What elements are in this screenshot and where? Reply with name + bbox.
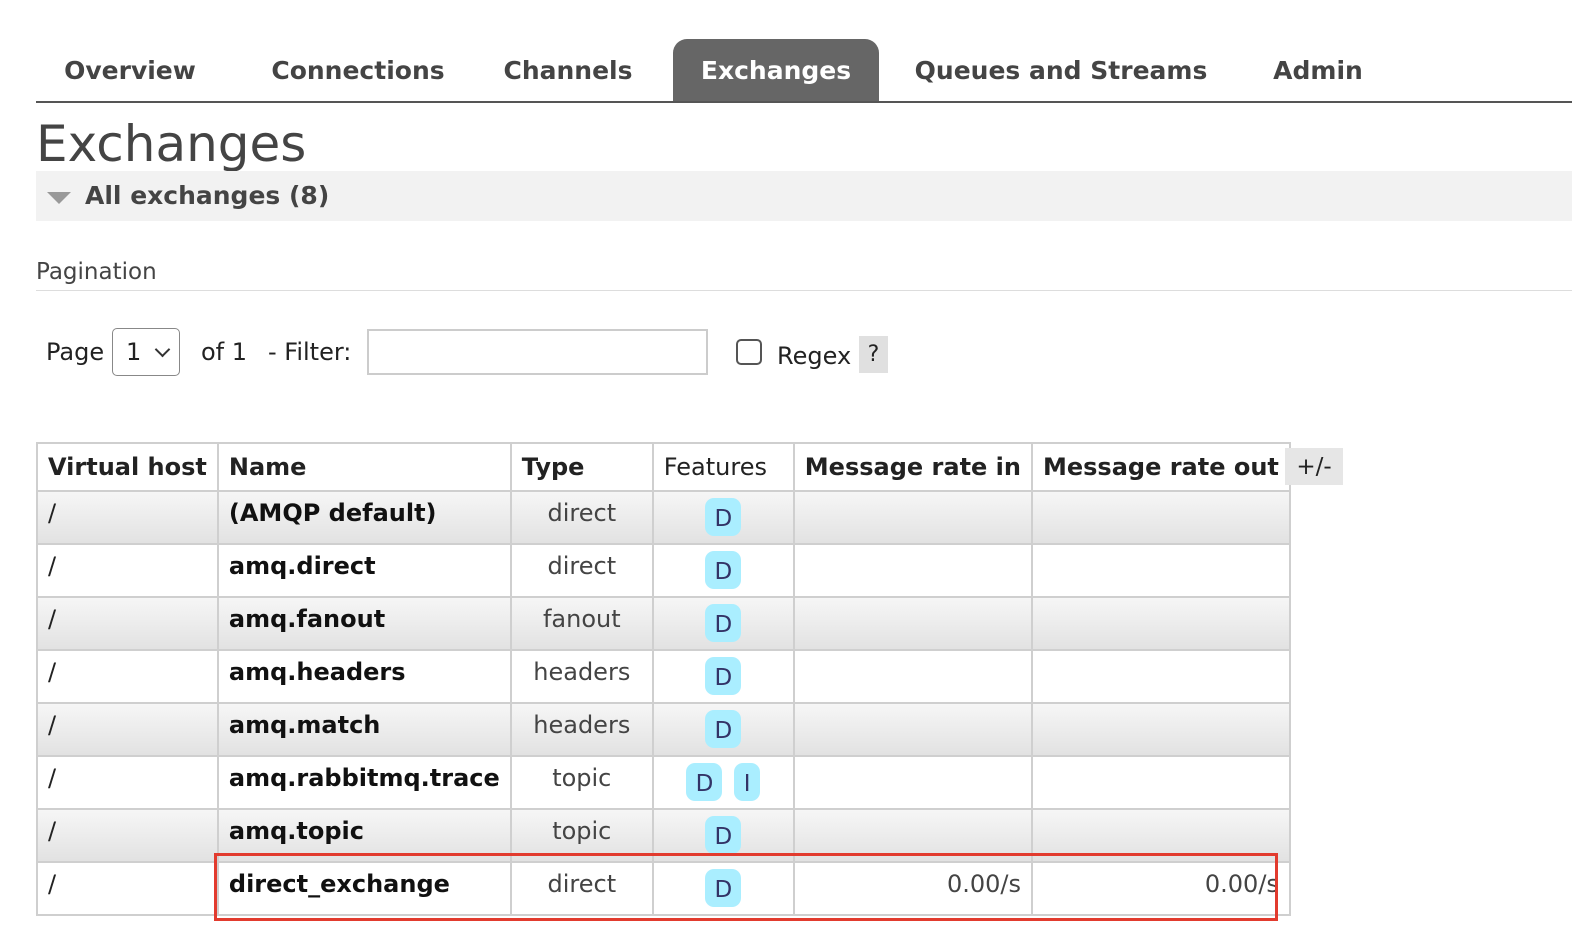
section-title: All exchanges (8) — [85, 181, 330, 210]
features-cell: D — [651, 490, 795, 545]
type-cell: headers — [509, 649, 654, 704]
rate-in-cell — [792, 755, 1033, 810]
filter-input[interactable] — [367, 329, 708, 375]
tab-admin[interactable]: Admin — [1258, 39, 1378, 101]
rate-in-cell — [792, 808, 1033, 863]
rate-in-cell: 0.00/s — [792, 861, 1033, 916]
vhost-cell: / — [36, 702, 219, 757]
table-header-row: Virtual host Name Type Features Message … — [36, 442, 1291, 492]
type-cell: fanout — [509, 596, 654, 651]
durable-badge[interactable]: D — [705, 869, 742, 907]
type-cell: direct — [509, 861, 654, 916]
table-row: / amq.topic topic D — [36, 808, 1291, 863]
triangle-down-icon — [47, 192, 71, 204]
rate-in-cell — [792, 702, 1033, 757]
rate-out-cell — [1030, 808, 1291, 863]
chevron-down-icon — [154, 341, 171, 358]
vhost-cell: / — [36, 808, 219, 863]
regex-checkbox[interactable] — [736, 339, 762, 365]
exchange-name-link[interactable]: amq.topic — [216, 808, 512, 863]
filter-label: - Filter: — [268, 338, 352, 366]
exchange-name-link[interactable]: amq.fanout — [216, 596, 512, 651]
column-toggle-button[interactable]: +/- — [1285, 448, 1343, 485]
durable-badge[interactable]: D — [705, 551, 742, 589]
features-cell: D I — [651, 755, 795, 810]
vhost-cell: / — [36, 755, 219, 810]
rate-out-cell — [1030, 755, 1291, 810]
column-header-type[interactable]: Type — [509, 442, 654, 492]
type-cell: topic — [509, 755, 654, 810]
tab-channels[interactable]: Channels — [484, 39, 652, 101]
tab-connections[interactable]: Connections — [248, 39, 468, 101]
features-cell: D — [651, 702, 795, 757]
rate-in-cell — [792, 543, 1033, 598]
internal-badge[interactable]: I — [734, 763, 761, 801]
column-header-message-rate-out[interactable]: Message rate out — [1030, 442, 1291, 492]
regex-help-button[interactable]: ? — [859, 336, 888, 373]
main-nav: Overview Connections Channels Exchanges … — [36, 39, 1572, 103]
vhost-cell: / — [36, 596, 219, 651]
exchange-name-link[interactable]: direct_exchange — [216, 861, 512, 916]
durable-badge[interactable]: D — [705, 657, 742, 695]
features-cell: D — [651, 861, 795, 916]
exchange-name-link[interactable]: amq.direct — [216, 543, 512, 598]
column-header-message-rate-in[interactable]: Message rate in — [792, 442, 1033, 492]
tab-exchanges[interactable]: Exchanges — [673, 39, 879, 101]
column-header-name[interactable]: Name — [216, 442, 512, 492]
tab-queues-and-streams[interactable]: Queues and Streams — [908, 39, 1214, 101]
vhost-cell: / — [36, 543, 219, 598]
table-row: / amq.match headers D — [36, 702, 1291, 757]
page-count-label: of 1 — [201, 338, 248, 366]
exchange-name-link[interactable]: (AMQP default) — [216, 490, 512, 545]
durable-badge[interactable]: D — [705, 498, 742, 536]
rate-out-cell: 0.00/s — [1030, 861, 1291, 916]
table-row: / amq.direct direct D — [36, 543, 1291, 598]
regex-label: Regex — [777, 342, 852, 370]
page-select-value: 1 — [126, 338, 142, 366]
table-row: / amq.rabbitmq.trace topic D I — [36, 755, 1291, 810]
pagination-heading[interactable]: Pagination — [36, 256, 1572, 291]
exchange-name-link[interactable]: amq.rabbitmq.trace — [216, 755, 512, 810]
type-cell: headers — [509, 702, 654, 757]
durable-badge[interactable]: D — [705, 604, 742, 642]
rate-in-cell — [792, 596, 1033, 651]
page-select[interactable]: 1 — [112, 328, 180, 376]
durable-badge[interactable]: D — [705, 816, 742, 854]
page-label: Page — [46, 338, 105, 366]
vhost-cell: / — [36, 861, 219, 916]
type-cell: direct — [509, 543, 654, 598]
tab-overview[interactable]: Overview — [36, 39, 224, 101]
type-cell: topic — [509, 808, 654, 863]
durable-badge[interactable]: D — [686, 763, 723, 801]
durable-badge[interactable]: D — [705, 710, 742, 748]
type-cell: direct — [509, 490, 654, 545]
rate-in-cell — [792, 649, 1033, 704]
rate-out-cell — [1030, 596, 1291, 651]
rate-out-cell — [1030, 543, 1291, 598]
rate-out-cell — [1030, 702, 1291, 757]
vhost-cell: / — [36, 649, 219, 704]
exchanges-table: Virtual host Name Type Features Message … — [36, 442, 1291, 916]
all-exchanges-section-toggle[interactable]: All exchanges (8) — [36, 171, 1572, 221]
column-header-virtual-host[interactable]: Virtual host — [36, 442, 219, 492]
exchange-name-link[interactable]: amq.headers — [216, 649, 512, 704]
features-cell: D — [651, 543, 795, 598]
rate-out-cell — [1030, 649, 1291, 704]
table-row: / (AMQP default) direct D — [36, 490, 1291, 545]
exchange-name-link[interactable]: amq.match — [216, 702, 512, 757]
features-cell: D — [651, 649, 795, 704]
features-cell: D — [651, 596, 795, 651]
features-cell: D — [651, 808, 795, 863]
page-title: Exchanges — [36, 115, 307, 173]
rate-in-cell — [792, 490, 1033, 545]
table-row: / direct_exchange direct D 0.00/s 0.00/s — [36, 861, 1291, 916]
rate-out-cell — [1030, 490, 1291, 545]
column-header-features: Features — [651, 442, 795, 492]
table-row: / amq.headers headers D — [36, 649, 1291, 704]
table-row: / amq.fanout fanout D — [36, 596, 1291, 651]
vhost-cell: / — [36, 490, 219, 545]
